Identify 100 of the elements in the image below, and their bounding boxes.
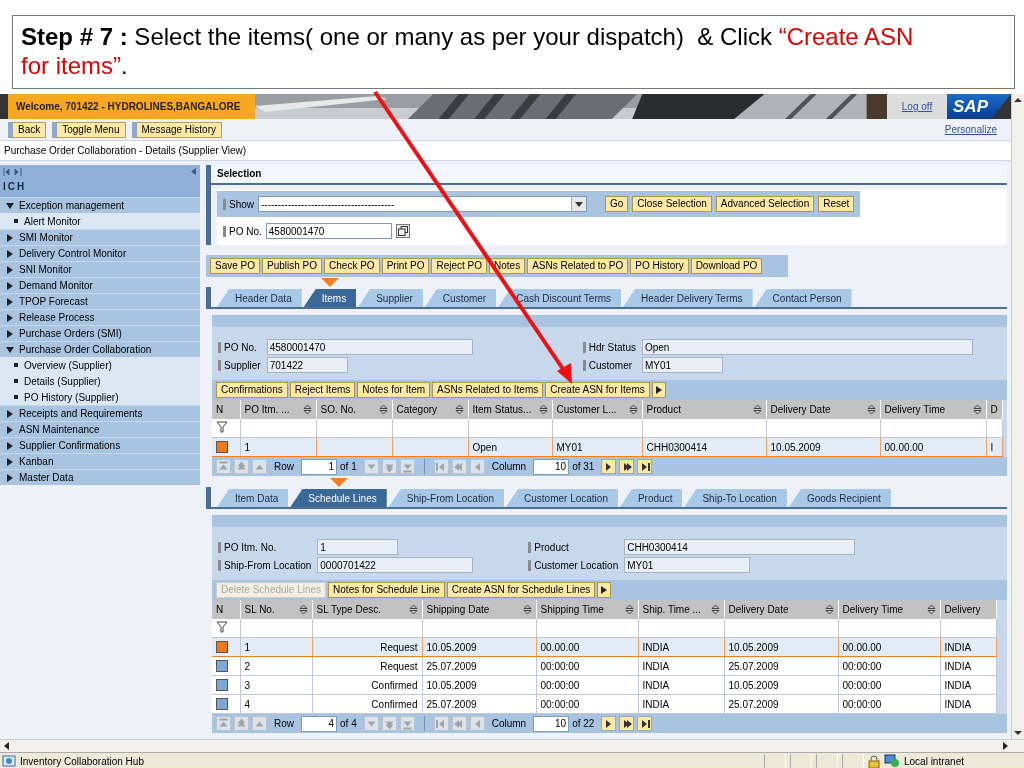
logoff-link[interactable]: Log off	[887, 94, 947, 119]
more-button[interactable]	[651, 382, 666, 398]
nav-item[interactable]: ASN Maintenance	[0, 421, 200, 437]
nav-item[interactable]: TPOP Forecast	[0, 293, 200, 309]
nav-item[interactable]: Exception management	[0, 197, 200, 213]
tab[interactable]: Customer	[424, 289, 497, 307]
tab[interactable]: Items	[303, 289, 357, 307]
po-action-button[interactable]: Reject PO	[431, 258, 487, 274]
toolbar-button[interactable]: Toggle Menu	[52, 121, 126, 138]
nav-item[interactable]: Supplier Confirmations	[0, 437, 200, 453]
column-header[interactable]: SO. No.	[316, 400, 392, 419]
action-button[interactable]: Reject Items	[289, 382, 356, 398]
selection-button[interactable]: Reset	[818, 196, 855, 212]
column-header[interactable]: PO Itm. ...	[240, 400, 316, 419]
row-selector[interactable]	[216, 660, 228, 672]
column-header[interactable]: SL No.	[240, 600, 312, 619]
text-field[interactable]: 1	[317, 539, 399, 555]
tab[interactable]: Item Data	[217, 489, 289, 507]
selection-button[interactable]: Close Selection	[632, 196, 712, 212]
tab[interactable]: Customer Location	[506, 489, 618, 507]
collapse-icon[interactable]	[190, 168, 197, 175]
po-action-button[interactable]: Publish PO	[262, 258, 323, 274]
horizontal-scrollbar[interactable]	[0, 739, 1024, 752]
po-action-button[interactable]: Print PO	[381, 258, 430, 274]
action-button[interactable]: Confirmations	[216, 382, 288, 398]
column-header[interactable]: Ship. Time ...	[638, 600, 724, 619]
tab[interactable]: Contact Person	[754, 289, 852, 307]
po-number-field[interactable]: 4580001470	[265, 223, 392, 239]
tab[interactable]: Supplier	[358, 289, 423, 307]
text-field[interactable]: Open	[641, 339, 973, 355]
nav-item[interactable]: Purchase Orders (SMI)	[0, 325, 200, 341]
next-button[interactable]	[601, 716, 617, 731]
column-header[interactable]: Delivery Date	[766, 400, 880, 419]
nav-item[interactable]: SMI Monitor	[0, 229, 200, 245]
row-selector[interactable]	[216, 679, 228, 691]
text-field[interactable]: MY01	[641, 357, 723, 373]
po-action-button[interactable]: ASNs Related to PO	[527, 258, 629, 274]
column-field[interactable]: 10	[533, 458, 570, 475]
row-field[interactable]: 1	[301, 458, 337, 475]
tab[interactable]: Schedule Lines	[290, 489, 387, 507]
action-button[interactable]: ASNs Related to Items	[432, 382, 544, 398]
nav-item[interactable]: Receipts and Requirements	[0, 405, 200, 421]
next-page-button[interactable]	[619, 716, 635, 731]
text-field[interactable]: MY01	[624, 557, 751, 573]
tab[interactable]: Product	[619, 489, 683, 507]
filter-icon[interactable]	[216, 421, 228, 433]
row-selector[interactable]	[216, 698, 228, 710]
po-action-button[interactable]: PO History	[630, 258, 689, 274]
nav-item[interactable]: Delivery Control Monitor	[0, 245, 200, 261]
toolbar-button[interactable]: Back	[8, 121, 47, 138]
tab[interactable]: Cash Discount Terms	[498, 289, 622, 307]
action-button[interactable]: Notes for Item	[357, 382, 431, 398]
column-header[interactable]: N	[212, 400, 240, 419]
action-button[interactable]: Create ASN for Items	[545, 382, 650, 398]
nav-item[interactable]: Purchase Order Collaboration	[0, 341, 200, 357]
nav-item[interactable]: Release Process	[0, 309, 200, 325]
filter-icon[interactable]	[216, 621, 228, 633]
tab[interactable]: Ship-From Location	[388, 489, 504, 507]
text-field[interactable]: 0000701422	[317, 557, 474, 573]
nav-item[interactable]: SNI Monitor	[0, 261, 200, 277]
tab[interactable]: Header Delivery Terms	[623, 289, 753, 307]
history-nav-icon[interactable]	[3, 168, 23, 176]
column-header[interactable]: SL Type Desc.	[312, 600, 422, 619]
nav-item[interactable]: Demand Monitor	[0, 277, 200, 293]
column-header[interactable]: Product	[642, 400, 766, 419]
row-selector[interactable]	[216, 641, 228, 653]
column-header[interactable]: N	[212, 600, 240, 619]
column-header[interactable]: Delivery	[940, 600, 996, 619]
column-header[interactable]: Delivery Time	[838, 600, 940, 619]
column-field[interactable]: 10	[533, 715, 570, 732]
po-action-button[interactable]: Check PO	[324, 258, 380, 274]
action-button[interactable]: Create ASN for Schedule Lines	[446, 582, 596, 598]
row-field[interactable]: 4	[301, 715, 337, 732]
po-action-button[interactable]: Save PO	[210, 258, 261, 274]
column-header[interactable]: Category	[392, 400, 468, 419]
text-field[interactable]: 701422	[266, 357, 348, 373]
next-button[interactable]	[601, 459, 617, 474]
last-button[interactable]	[637, 459, 653, 474]
vertical-scrollbar[interactable]	[1011, 94, 1024, 739]
tab[interactable]: Goods Recipient	[788, 489, 891, 507]
dropdown-field[interactable]: ----------------------------------------	[258, 196, 587, 212]
selection-button[interactable]: Go	[605, 196, 629, 212]
column-header[interactable]: Shipping Date	[422, 600, 536, 619]
more-button[interactable]	[597, 582, 612, 598]
toolbar-button[interactable]: Message History	[131, 121, 222, 138]
selection-button[interactable]: Advanced Selection	[715, 196, 815, 212]
column-header[interactable]: Delivery Date	[724, 600, 838, 619]
nav-item[interactable]: Master Data	[0, 469, 200, 485]
last-button[interactable]	[637, 716, 653, 731]
next-page-button[interactable]	[619, 459, 635, 474]
column-header[interactable]: Delivery Time	[880, 400, 986, 419]
scroll-down-icon[interactable]	[1013, 729, 1023, 737]
column-header[interactable]: Shipping Time	[536, 600, 638, 619]
text-field[interactable]: 4580001470	[266, 339, 473, 355]
po-action-button[interactable]: Download PO	[690, 258, 763, 274]
column-header[interactable]: Customer L...	[552, 400, 642, 419]
personalize-link[interactable]: Personalize	[944, 124, 997, 135]
row-selector[interactable]	[216, 441, 228, 453]
value-help-button[interactable]	[395, 224, 410, 238]
nav-item[interactable]: Kanban	[0, 453, 200, 469]
